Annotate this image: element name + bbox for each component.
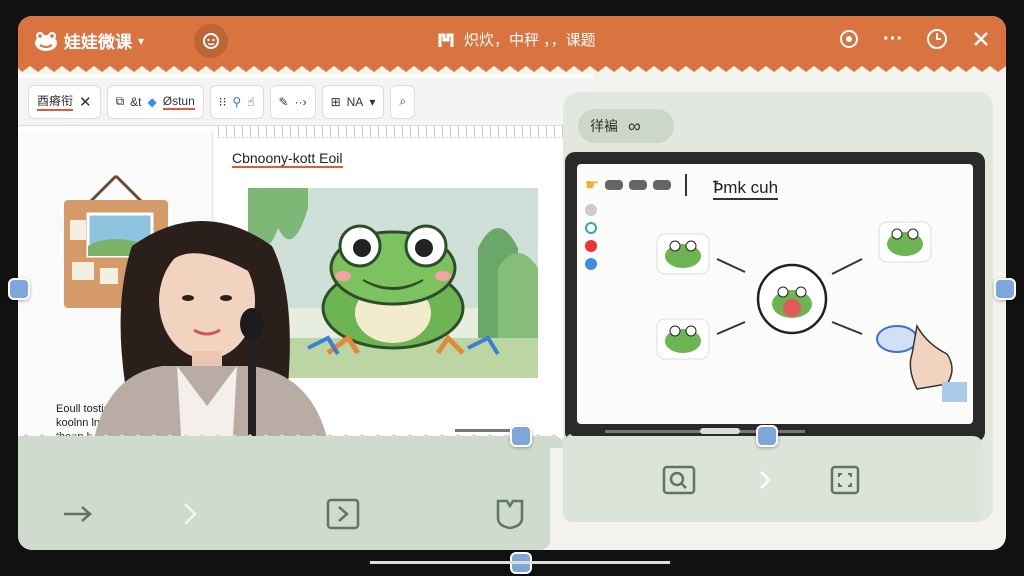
shape-icon[interactable]: ◆ — [148, 95, 157, 109]
tool-chip[interactable] — [629, 180, 648, 190]
close-icon[interactable]: ✕ — [79, 93, 92, 111]
editor-toolbar: 酉瘠衔 ✕ ⧉ &t ◆ Østun ⁝⁝ ⚲ ☝ ✎ ··› ⊞ NA ▾ ⌕ — [18, 78, 593, 126]
toolbar-group-insert[interactable]: ⧉ &t ◆ Østun — [106, 84, 204, 119]
pill-label: 徉褊 — [590, 118, 618, 134]
search-box-icon — [662, 465, 696, 495]
pen-icon[interactable]: ✎ — [279, 95, 289, 109]
clock-icon — [927, 29, 947, 49]
shield-button[interactable] — [490, 494, 530, 534]
search-icon[interactable]: ⌕ — [399, 94, 406, 109]
more-button[interactable]: ··· — [880, 26, 906, 52]
app-window: 娃娃微课 ▾ 炽炊，中秤 ，，课题 ··· 酉瘠衔 ✕ ⧉ &t ◆ Østun… — [18, 16, 1006, 550]
next-arrow-button[interactable] — [58, 494, 98, 534]
arrows-icon[interactable]: ··› — [295, 95, 307, 109]
document-title: 炽炊，中秤 ，，课题 — [438, 29, 596, 50]
loop-icon: ∞ — [628, 115, 641, 136]
hand-tool-icon[interactable]: ☛ — [585, 175, 599, 195]
ruler — [218, 126, 593, 138]
color-swatch-blue[interactable] — [585, 258, 597, 270]
insert-label: &t — [130, 94, 142, 109]
toolbar-group-file[interactable]: 酉瘠衔 ✕ — [28, 84, 101, 119]
title-bar: 娃娃微课 ▾ 炽炊，中秤 ，，课题 ··· — [18, 16, 1006, 72]
tablet-device: ☛ Ꝥmk cuh — [565, 152, 985, 442]
refresh-icon — [840, 30, 858, 48]
image-insert-icon[interactable]: ⧉ — [116, 94, 125, 109]
bottom-controls-panel — [18, 436, 550, 550]
chevron-right-icon — [184, 503, 197, 525]
list-icon[interactable]: ⁝⁝ — [219, 95, 227, 109]
color-swatch-gray[interactable] — [585, 204, 597, 216]
tablet-progress-dots — [700, 428, 740, 434]
tablet-toolbar: ☛ — [585, 174, 688, 196]
more-icon: ··· — [883, 27, 903, 50]
home-icon[interactable] — [438, 32, 454, 48]
sync-button[interactable] — [194, 24, 228, 58]
chevron-down-icon: ▾ — [138, 33, 145, 48]
style-label: Østun — [162, 93, 195, 110]
title-bar-edge — [18, 64, 1006, 72]
scrub-bar-left[interactable] — [455, 429, 510, 432]
sync-icon — [203, 33, 219, 49]
hand-icon[interactable]: ☝ — [247, 95, 254, 109]
play-box-icon — [326, 498, 360, 530]
color-swatch-teal[interactable] — [585, 222, 597, 234]
zoom-view-button[interactable] — [659, 460, 699, 500]
right-bottom-controls — [563, 436, 983, 522]
zoom-label: NA — [346, 94, 364, 109]
forward-button-disabled[interactable] — [745, 460, 785, 500]
center-split-handle[interactable] — [510, 425, 532, 447]
toolbar-group-tools[interactable]: ⁝⁝ ⚲ ☝ — [209, 84, 264, 119]
tablet-split-handle[interactable] — [756, 425, 778, 447]
file-menu-label[interactable]: 酉瘠衔 — [37, 92, 74, 111]
tool-chip[interactable] — [653, 180, 672, 190]
window-controls: ··· — [836, 26, 994, 52]
chevron-down-icon[interactable]: ▾ — [369, 95, 375, 109]
history-button[interactable] — [924, 26, 950, 52]
divider — [685, 174, 688, 196]
screen-title: Ꝥmk cuh — [713, 178, 779, 200]
left-resize-handle[interactable] — [8, 278, 30, 300]
forward-button[interactable] — [170, 494, 210, 534]
toolbar-group-view[interactable]: ⊞ NA ▾ — [321, 84, 385, 119]
close-button[interactable] — [968, 26, 994, 52]
grid-icon[interactable]: ⊞ — [331, 95, 341, 109]
shield-icon — [496, 499, 524, 530]
presenter-video — [92, 221, 330, 452]
tablet-screen: ☛ Ꝥmk cuh — [577, 164, 973, 424]
app-brand[interactable]: 娃娃微课 ▾ — [34, 28, 144, 53]
tool-chip[interactable] — [605, 180, 624, 190]
arrow-right-icon — [64, 506, 92, 522]
tablet-pill-button[interactable]: 徉褊 ∞ — [578, 109, 674, 143]
title-text: 炽炊，中秤 ，，课题 — [464, 32, 596, 49]
person-icon[interactable]: ⚲ — [232, 95, 241, 109]
color-palette — [585, 204, 597, 270]
app-name: 娃娃微课 — [64, 33, 132, 52]
right-resize-handle[interactable] — [994, 278, 1016, 300]
toolbar-group-search[interactable]: ⌕ — [390, 84, 416, 119]
refresh-button[interactable] — [836, 26, 862, 52]
page-heading: Cbnoony-kott Eoil — [232, 150, 343, 168]
close-icon — [974, 32, 988, 46]
bottom-scrub-bar[interactable] — [370, 561, 670, 564]
expand-icon — [830, 465, 860, 495]
toolbar-group-nav[interactable]: ✎ ··› — [269, 84, 316, 119]
fullscreen-button[interactable] — [825, 460, 865, 500]
play-button[interactable] — [323, 494, 363, 534]
chevron-right-icon — [760, 471, 771, 489]
flow-diagram — [656, 221, 967, 402]
frog-logo-icon — [35, 31, 57, 51]
color-swatch-red[interactable] — [585, 240, 597, 252]
